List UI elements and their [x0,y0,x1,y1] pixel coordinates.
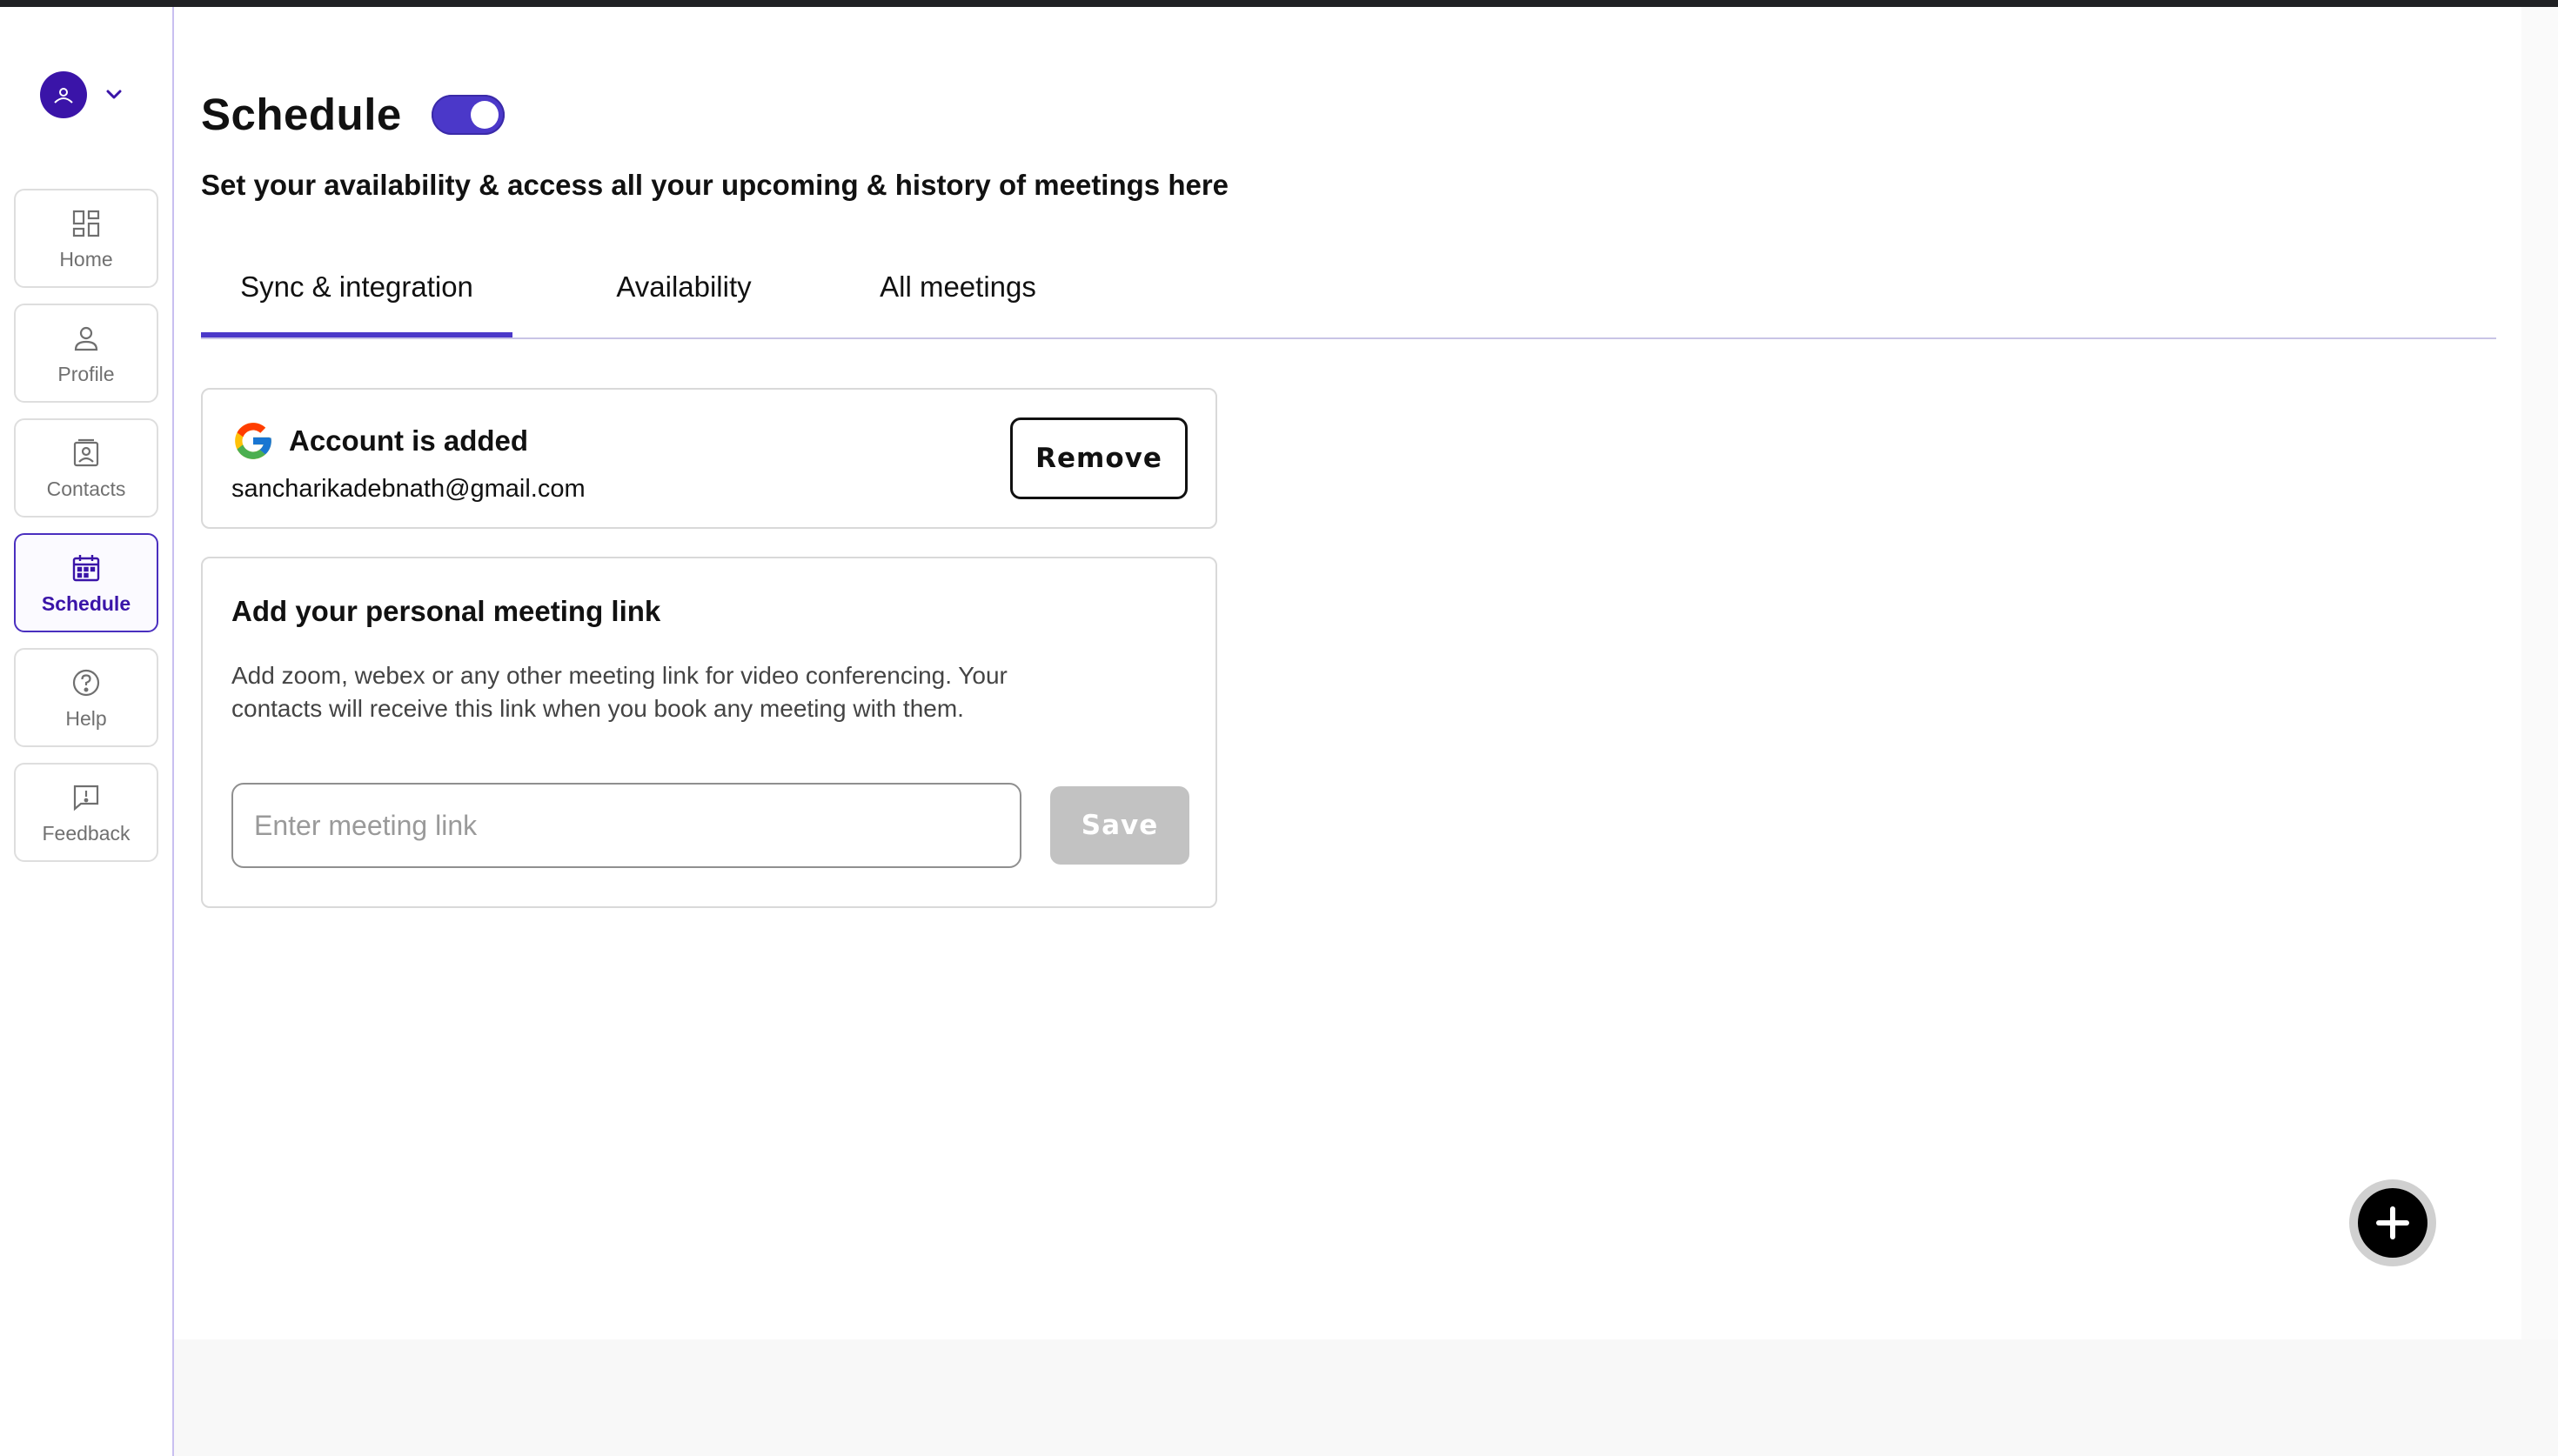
google-icon [235,423,271,459]
right-edge-panel [2521,7,2558,1339]
sidebar-item-label: Schedule [41,591,131,615]
sidebar-item-label: Home [59,247,113,270]
contact-card-icon [69,436,104,471]
footer-area [174,1339,2558,1456]
tab-availability[interactable]: Availability [566,242,801,332]
tab-sync-integration[interactable]: Sync & integration [201,242,512,337]
account-status-title: Account is added [289,424,529,457]
sidebar-nav: Home Profile Contacts Schedule Help Feed… [14,189,158,878]
account-email: sancharikadebnath@gmail.com [231,475,586,503]
top-bar [0,0,2558,7]
account-menu[interactable] [40,71,125,118]
chevron-down-icon [103,83,125,106]
meeting-link-description: Add zoom, webex or any other meeting lin… [231,662,1008,722]
feedback-bubble-icon [69,780,104,815]
account-card: Account is added sancharikadebnath@gmail… [201,388,1217,529]
sidebar-item-contacts[interactable]: Contacts [14,418,158,518]
schedule-toggle[interactable] [431,94,505,135]
question-circle-icon [69,665,104,700]
user-avatar-icon [40,71,87,118]
page-subtitle: Set your availability & access all your … [201,169,1229,201]
add-fab-button[interactable] [2349,1179,2436,1266]
page-title: Schedule [201,90,402,139]
remove-button[interactable]: Remove [1010,417,1188,499]
sidebar-item-profile[interactable]: Profile [14,304,158,403]
toggle-knob [470,100,499,129]
tab-all-meetings[interactable]: All meetings [827,242,1088,332]
sidebar-item-feedback[interactable]: Feedback [14,763,158,862]
meeting-link-input[interactable] [231,783,1021,868]
sidebar-item-label: Help [65,706,107,730]
calendar-icon [69,551,104,585]
plus-icon [2376,1206,2409,1239]
meeting-link-title: Add your personal meeting link [231,595,661,627]
sidebar-item-label: Profile [57,362,115,385]
meeting-link-card: Add your personal meeting link Add zoom,… [201,557,1217,908]
account-header: Account is added [231,419,528,463]
sidebar-item-home[interactable]: Home [14,189,158,288]
title-row: Schedule [201,89,505,140]
sidebar: Home Profile Contacts Schedule Help Feed… [0,7,174,1456]
sidebar-item-label: Feedback [42,821,131,845]
tab-bar: Sync & integration Availability All meet… [201,242,2496,339]
plus-icon-wrapper [2358,1188,2427,1258]
save-button[interactable]: Save [1050,786,1189,865]
dashboard-grid-icon [69,206,104,241]
sidebar-item-label: Contacts [46,477,126,500]
person-icon [69,321,104,356]
sidebar-item-help[interactable]: Help [14,648,158,747]
sidebar-item-schedule[interactable]: Schedule [14,533,158,632]
